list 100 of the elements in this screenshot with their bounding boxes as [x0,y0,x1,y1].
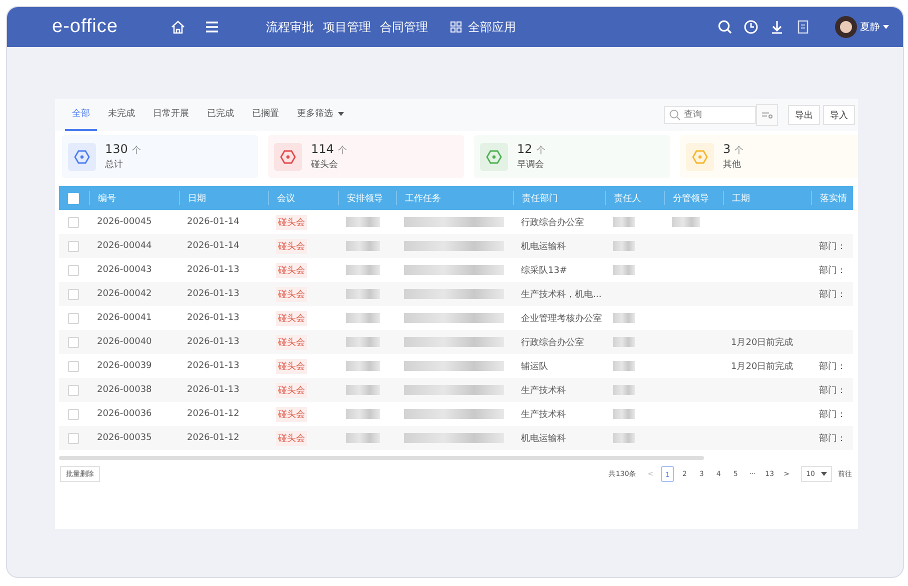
table-cell-text: 1月20日前完成 [731,336,794,348]
search-field[interactable]: 查询 [664,106,756,124]
table-cell-text: 行政综合办公室 [521,336,584,348]
filter-tab[interactable]: 已完成 [200,99,241,131]
table-cell: 2026-01-12 [187,433,240,443]
column-header: 安排领导 [347,192,383,204]
grid-icon [450,21,462,33]
table-cell: 2026-01-13 [187,361,240,371]
table-cell: 2026-00042 [97,289,152,299]
stat-unit: 个 [338,144,347,157]
clock-icon[interactable] [743,19,759,35]
filter-dropdown[interactable]: 更多筛选 [290,99,351,131]
stat-count: 130 [105,142,128,156]
filter-tab[interactable]: 全部 [65,99,97,131]
toolbar-button[interactable]: 导出 [788,105,820,125]
caret-icon [338,112,344,116]
column-header: 责任人 [614,192,641,204]
table-cell: 2026-00041 [97,313,152,323]
nav-link[interactable]: 项目管理 [322,18,371,36]
search-icon [669,109,681,121]
row-checkbox[interactable] [68,240,79,252]
row-checkbox[interactable] [68,432,79,444]
stat-unit: 个 [734,144,744,157]
table-cell-text: 部门： [819,240,846,252]
column-header: 会议 [277,192,295,204]
row-checkbox[interactable] [68,216,79,228]
meeting-tag: 碰头会 [276,262,307,278]
meeting-tag: 碰头会 [276,238,307,254]
table-cell: 2026-00045 [97,217,152,227]
toolbar-button[interactable]: 导入 [823,105,855,125]
row-checkbox[interactable] [68,336,79,348]
table-cell-text: 部门： [819,264,846,276]
nav-link[interactable]: 流程审批 [266,18,314,36]
meeting-tag: 碰头会 [276,214,307,230]
avatar-icon [835,16,857,38]
document-icon[interactable] [795,19,811,35]
table-cell: 2026-01-13 [187,265,240,275]
menu-icon[interactable] [204,19,220,35]
row-checkbox[interactable] [68,288,79,300]
filter-tab[interactable]: 未完成 [101,99,142,131]
filter-tab[interactable]: 日常开展 [146,99,196,131]
table-cell: 2026-00043 [97,265,152,275]
table-cell-text: 1月20日前完成 [731,360,794,372]
stat-unit: 个 [536,144,546,157]
meeting-tag: 碰头会 [276,358,307,374]
column-header: 工期 [732,192,750,204]
row-checkbox[interactable] [68,264,79,276]
logo-text[interactable]: e-office [52,16,118,38]
nav-link[interactable]: 合同管理 [380,18,428,36]
stat-count: 12 [517,142,532,156]
column-header: 日期 [188,192,206,204]
row-checkbox[interactable] [68,408,79,420]
column-header: 工作任务 [405,192,441,204]
select-all-checkbox[interactable] [68,192,79,204]
row-checkbox[interactable] [68,360,79,372]
table-cell-text: 综采队13# [521,264,567,276]
table-cell-text: 部门： [819,432,846,444]
table-cell: 2026-01-13 [187,337,240,347]
table-cell-text: 部门： [819,288,846,300]
stat-count: 3 [723,142,731,156]
row-checkbox[interactable] [68,384,79,396]
column-header: 责任部门 [522,192,558,204]
home-icon[interactable] [170,19,186,35]
table-cell-text: 部门： [819,408,846,420]
meeting-tag: 碰头会 [276,382,307,398]
table-cell-text: 行政综合办公室 [521,216,584,228]
table-cell: 2026-00038 [97,385,152,395]
filter-settings-icon[interactable] [756,104,778,126]
table-cell: 2026-00040 [97,337,152,347]
caret-icon [821,472,827,476]
stat-label: 早调会 [517,158,545,171]
meeting-tag: 碰头会 [276,406,307,422]
meeting-tag: 碰头会 [276,334,307,350]
meeting-tag: 碰头会 [276,310,307,326]
table-cell: 2026-01-13 [187,385,240,395]
all-apps-link[interactable]: 全部应用 [450,18,516,36]
table-cell: 2026-01-14 [187,217,240,227]
caret-icon [883,25,889,29]
table-cell-text: 辅运队 [521,360,548,372]
search-icon[interactable] [717,19,733,35]
horizontal-scrollbar[interactable] [59,456,704,460]
table-cell: 2026-01-12 [187,409,240,419]
download-icon[interactable] [769,19,785,35]
meeting-tag: 碰头会 [276,286,307,302]
table-cell-text: 生产技术科 [521,408,566,420]
stat-count: 114 [311,142,334,156]
stat-label: 其他 [723,158,742,171]
stat-label: 碰头会 [311,158,339,171]
stat-label: 总计 [105,158,124,171]
table-cell: 2026-01-13 [187,289,240,299]
table-cell: 2026-01-14 [187,241,240,251]
user-menu[interactable]: 夏静 [835,16,889,38]
table-cell: 2026-00035 [97,433,152,443]
row-checkbox[interactable] [68,312,79,324]
table-cell: 2026-00044 [97,241,152,251]
meeting-tag: 碰头会 [276,430,307,446]
filter-tab[interactable]: 已搁置 [245,99,286,131]
table-cell: 2026-00036 [97,409,152,419]
table-cell-text: 企业管理考核办公室 [521,312,602,324]
table-cell-text: 部门： [819,384,846,396]
